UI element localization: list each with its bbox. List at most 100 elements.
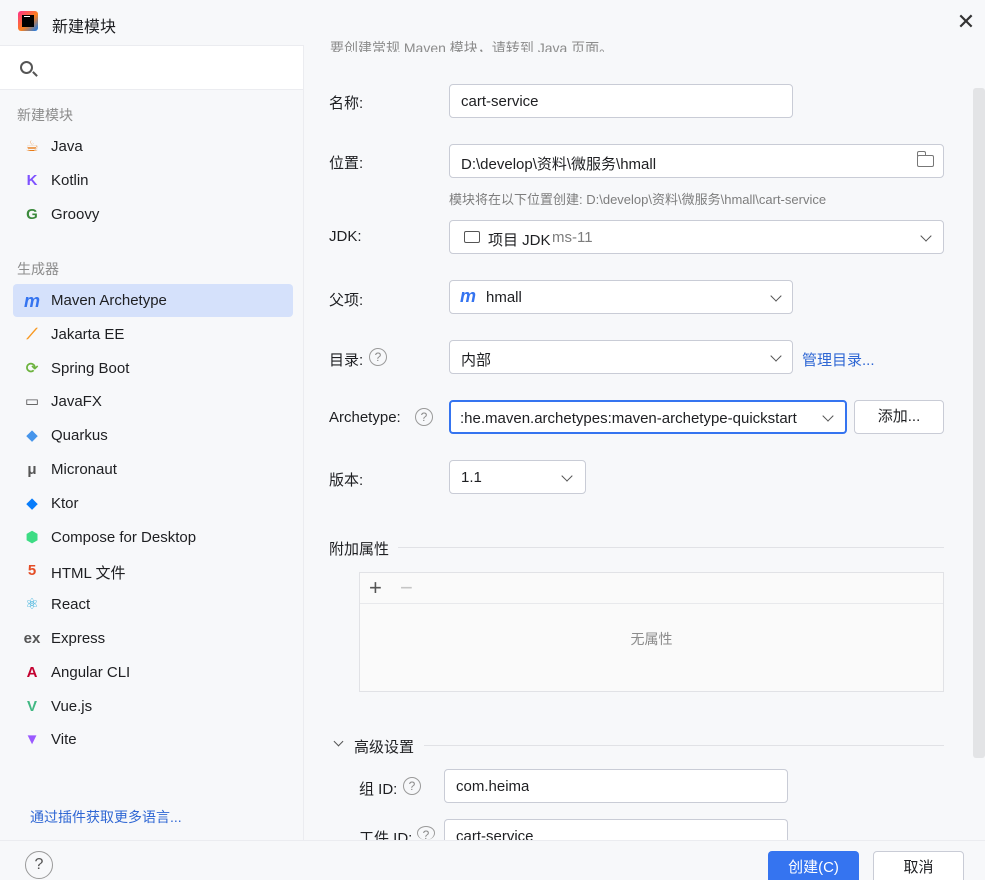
sidebar-item-spring-boot[interactable]: ⟳ Spring Boot	[13, 352, 293, 385]
scrollbar[interactable]	[973, 88, 985, 758]
sidebar-item-label: Vite	[51, 731, 77, 749]
vue-icon: V	[26, 697, 37, 715]
help-button[interactable]: ?	[25, 851, 53, 879]
catalog-select[interactable]: 内部	[449, 340, 793, 374]
maven-icon: m	[460, 286, 477, 306]
parent-value: hmall	[486, 289, 522, 306]
divider	[424, 745, 944, 746]
group-id-label: 组 ID:	[359, 781, 398, 798]
search-icon	[20, 61, 33, 74]
add-archetype-button[interactable]: 添加...	[854, 400, 944, 434]
sidebar-item-micronaut[interactable]: μ Micronaut	[13, 453, 293, 486]
sidebar-item-java[interactable]: ☕ Java	[13, 130, 293, 163]
divider	[398, 547, 944, 548]
archetype-select[interactable]: :he.maven.archetypes:maven-archetype-qui…	[449, 400, 847, 434]
archetype-help-icon[interactable]: ?	[415, 408, 433, 426]
archetype-value: :he.maven.archetypes:maven-archetype-qui…	[460, 410, 797, 427]
location-label: 位置:	[329, 155, 364, 172]
location-field[interactable]: D:\develop\资料\微服务\hmall	[449, 144, 944, 178]
intellij-app-icon	[18, 11, 38, 31]
remove-icon: −	[400, 575, 413, 600]
sidebar-item-label: Maven Archetype	[51, 292, 167, 309]
name-label: 名称:	[329, 95, 364, 112]
properties-toolbar: + −	[360, 573, 943, 604]
react-icon: ⚛	[25, 596, 39, 614]
version-select[interactable]: 1.1	[449, 460, 586, 494]
get-more-languages-link[interactable]: 通过插件获取更多语言...	[30, 807, 182, 827]
location-value: D:\develop\资料\微服务\hmall	[461, 156, 657, 173]
sidebar-item-label: Compose for Desktop	[51, 528, 197, 546]
chevron-down-icon	[770, 350, 782, 362]
jdk-value: ms-11	[552, 229, 593, 246]
sidebar-item-vite[interactable]: ▼ Vite	[13, 723, 293, 756]
sidebar-item-express[interactable]: ex Express	[13, 622, 293, 655]
chevron-down-icon[interactable]	[333, 736, 344, 747]
section-generators: 生成器	[17, 261, 59, 277]
sidebar-item-ktor[interactable]: ◆ Ktor	[13, 487, 293, 520]
jdk-select[interactable]: 项目 JDK ms-11	[449, 220, 944, 254]
sidebar-item-compose-for-desktop[interactable]: ⬢ Compose for Desktop	[13, 521, 293, 554]
location-hint: 模块将在以下位置创建: D:\develop\资料\微服务\hmall\cart…	[449, 192, 827, 207]
express-icon: ex	[23, 630, 41, 647]
section-new-module: 新建模块	[17, 107, 73, 123]
sidebar-item-maven-archetype[interactable]: m Maven Archetype	[13, 284, 293, 317]
jdk-prefix: 项目 JDK	[488, 232, 551, 249]
archetype-label: Archetype:	[329, 409, 401, 426]
sidebar-item-label: Java	[51, 138, 83, 155]
name-value: cart-service	[461, 93, 539, 110]
sidebar-item-label: JavaFX	[51, 393, 102, 411]
top-note: 要创建常规 Maven 模块，请转到 Java 页面。	[330, 40, 614, 52]
group-id-help-icon[interactable]: ?	[403, 777, 421, 795]
sidebar-item-label: React	[51, 596, 91, 614]
sidebar-item-label: Vue.js	[51, 697, 93, 715]
sidebar-item-label: Quarkus	[51, 427, 108, 445]
catalog-value: 内部	[461, 352, 492, 369]
sidebar-item-react[interactable]: ⚛ React	[13, 588, 293, 621]
sidebar-item-label: Angular CLI	[51, 663, 131, 681]
parent-select[interactable]: m hmall	[449, 280, 793, 314]
add-icon[interactable]: +	[369, 575, 382, 601]
version-value: 1.1	[461, 469, 482, 486]
close-icon[interactable]: ✕	[952, 8, 980, 36]
sidebar-item-label: Jakarta EE	[51, 325, 125, 343]
sidebar-item-groovy[interactable]: G Groovy	[13, 198, 293, 231]
artifact-id-field[interactable]: cart-service	[444, 819, 788, 840]
version-label: 版本:	[329, 472, 364, 489]
spring-boot-icon: ⟳	[25, 359, 39, 377]
name-field[interactable]: cart-service	[449, 84, 793, 118]
maven-icon: m	[23, 291, 40, 311]
catalog-help-icon[interactable]: ?	[369, 348, 387, 366]
quarkus-icon: ◆	[26, 427, 38, 445]
sidebar-item-vue-js[interactable]: V Vue.js	[13, 690, 293, 723]
chevron-down-icon	[770, 290, 782, 302]
sidebar-item-jakarta-ee[interactable]: ⟋ Jakarta EE	[13, 318, 293, 351]
advanced-settings-title[interactable]: 高级设置	[354, 736, 414, 757]
search-input[interactable]	[0, 46, 303, 90]
ktor-icon: ◆	[26, 494, 38, 512]
create-button[interactable]: 创建(C)	[768, 851, 859, 880]
sidebar-item-label: Ktor	[51, 494, 79, 512]
folder-icon[interactable]	[916, 151, 934, 167]
chevron-down-icon	[822, 410, 834, 422]
sidebar: 新建模块 ☕ Java K Kotlin G Groovy 生成器 m Maven Arch…	[0, 45, 304, 840]
manage-catalogs-link[interactable]: 管理目录...	[802, 349, 875, 370]
sidebar-item-javafx[interactable]: ▭ JavaFX	[13, 385, 293, 418]
cancel-button[interactable]: 取消	[873, 851, 964, 880]
angular-icon: A	[26, 663, 38, 681]
java-icon: ☕	[25, 138, 39, 155]
sidebar-item-angular-cli[interactable]: A Angular CLI	[13, 656, 293, 689]
kotlin-icon: K	[26, 171, 38, 189]
group-id-field[interactable]: com.heima	[444, 769, 788, 803]
dialog-footer: ? 创建(C) 取消	[0, 840, 985, 880]
additional-properties-title: 附加属性	[329, 541, 390, 558]
sidebar-item-label: Kotlin	[51, 171, 89, 189]
artifact-id-help-icon[interactable]: ?	[417, 826, 435, 840]
sidebar-item-html[interactable]: 5 HTML 文件	[13, 554, 293, 587]
sidebar-item-kotlin[interactable]: K Kotlin	[13, 164, 293, 197]
sidebar-item-label: Micronaut	[51, 461, 117, 478]
sidebar-item-label: Groovy	[51, 205, 100, 223]
sidebar-item-label: HTML 文件	[51, 565, 126, 583]
jakarta-icon: ⟋	[26, 325, 38, 343]
properties-table: + − 无属性	[359, 572, 944, 692]
sidebar-item-quarkus[interactable]: ◆ Quarkus	[13, 419, 293, 452]
